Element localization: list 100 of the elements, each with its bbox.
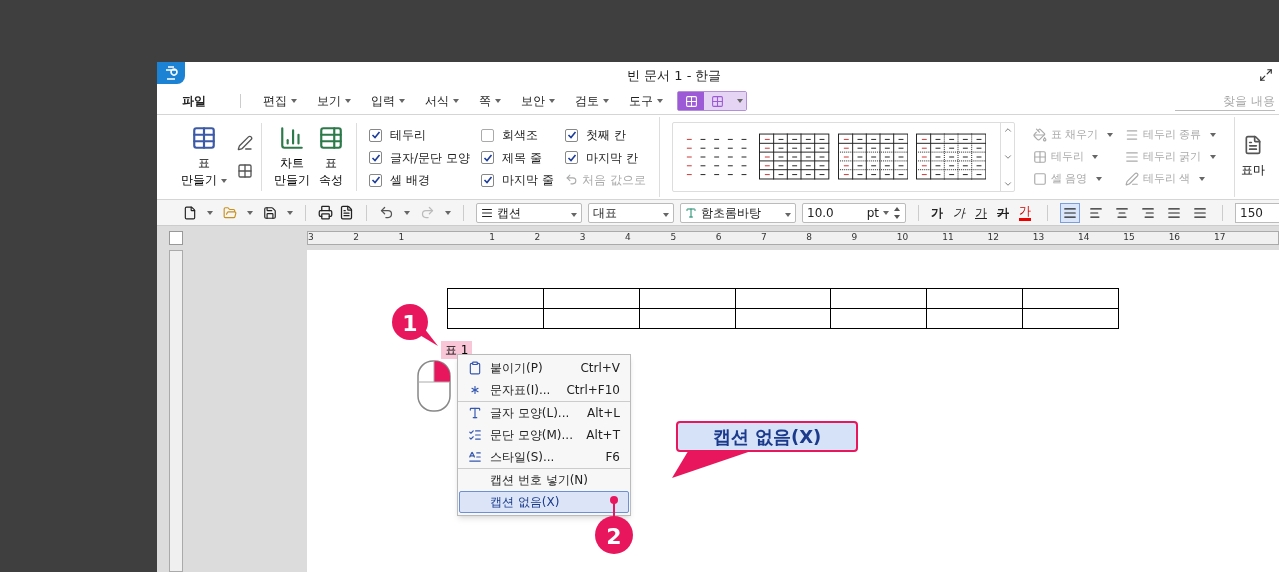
paint-bucket-icon (1033, 128, 1047, 142)
callout-label: 캡션 없음(X) (676, 421, 858, 452)
table-style-thumbnail[interactable] (759, 133, 830, 181)
caret-icon (571, 212, 577, 217)
caret-icon (663, 212, 669, 217)
document-icon (1243, 135, 1263, 155)
table-cell[interactable] (831, 289, 928, 309)
table-cell[interactable] (543, 289, 640, 309)
checkbox[interactable]: 첫째 칸 (565, 123, 661, 147)
table-cell[interactable] (735, 289, 832, 309)
checkbox[interactable]: 글자/문단 모양 (369, 145, 481, 170)
save-icon[interactable] (263, 205, 277, 220)
table-cell[interactable] (543, 309, 640, 329)
search-field[interactable]: 찾을 내용 (1175, 91, 1275, 111)
grid-icon (1033, 150, 1047, 164)
context-tab[interactable] (678, 92, 704, 110)
bar-chart-icon (279, 125, 305, 151)
table-cell[interactable] (448, 289, 544, 309)
ruler-corner-button[interactable] (169, 231, 183, 245)
undo-icon[interactable] (379, 205, 394, 220)
dropdown-button[interactable] (730, 92, 746, 110)
scroll-down-icon[interactable] (1002, 152, 1013, 162)
table-cell[interactable] (735, 309, 832, 329)
print-icon[interactable] (318, 205, 333, 220)
step-badge (592, 495, 636, 555)
table-cell[interactable] (927, 309, 1024, 329)
menu-item[interactable]: 보안 (521, 92, 555, 110)
caret-icon (603, 99, 609, 103)
menu-item[interactable]: 편집 (263, 92, 297, 110)
menu-item[interactable]: 글자 모양(L)... Alt+L (459, 402, 629, 424)
align-icon (1193, 205, 1207, 220)
checkbox[interactable]: 마지막 줄 (481, 168, 565, 193)
table-cell[interactable] (448, 309, 544, 329)
table-cell[interactable] (1023, 289, 1119, 309)
file-menu[interactable]: 파일 (182, 92, 206, 110)
scroll-up-icon[interactable] (1002, 125, 1013, 135)
caret-icon (1209, 133, 1216, 137)
table-cell[interactable] (639, 309, 736, 329)
menu-item[interactable]: 검토 (575, 92, 609, 110)
checkbox[interactable]: 테두리 (369, 123, 481, 147)
table-create-button[interactable]: 표 만들기 (181, 125, 227, 189)
check-icon (370, 175, 381, 186)
menu-item[interactable]: 문자표(I)... Ctrl+F10 (459, 379, 629, 401)
table-cell[interactable] (831, 309, 928, 329)
table-merge-button[interactable]: 표마 (1235, 115, 1265, 199)
asterisk-icon (468, 383, 482, 397)
table-cell[interactable] (639, 289, 736, 309)
caret-icon (785, 212, 791, 217)
spinner-arrows-icon[interactable] (893, 205, 901, 220)
format-button[interactable]: 가 (975, 205, 987, 220)
format-button[interactable]: 가 (953, 205, 965, 220)
menu-item[interactable]: 붙이기(P) Ctrl+V (459, 357, 629, 379)
undo-icon (565, 173, 578, 187)
menu-item[interactable]: 문단 모양(M)... Alt+T (459, 424, 629, 446)
caret-icon (445, 210, 451, 215)
caret-icon (495, 99, 501, 103)
folder-icon[interactable] (223, 205, 237, 220)
table-cell[interactable] (1023, 309, 1119, 329)
format-button[interactable]: 가 (997, 205, 1009, 220)
gallery-scrollbar[interactable] (1000, 123, 1014, 191)
checkbox[interactable]: 제목 줄 (481, 145, 565, 170)
font-dropdown[interactable]: 함초롬바탕 (680, 202, 796, 223)
menu-item[interactable]: 쪽 (479, 92, 501, 110)
align-icon (1167, 205, 1181, 220)
expand-icon[interactable] (1002, 179, 1013, 189)
menu-item[interactable]: 캡션 번호 넣기(N) (459, 469, 629, 491)
check-icon (482, 152, 493, 163)
table-style-thumbnail[interactable] (916, 133, 987, 181)
align-icon (1115, 205, 1129, 220)
menu-item[interactable]: 입력 (371, 92, 405, 110)
context-tab[interactable] (704, 92, 730, 110)
checkbox[interactable]: 셀 배경 (369, 168, 481, 193)
menu-item[interactable]: 서식 (425, 92, 459, 110)
chart-create-button[interactable]: 차트 만들기 (274, 125, 310, 189)
table-icon (684, 94, 698, 108)
maximize-icon[interactable] (1259, 68, 1273, 82)
preview-icon[interactable] (339, 205, 354, 220)
table-pen-icon[interactable] (237, 135, 253, 151)
caret-icon (345, 99, 351, 103)
checkbox[interactable]: 마지막 칸 (565, 145, 661, 170)
menu-item[interactable]: 스타일(S)... F6 (459, 446, 629, 468)
align-button[interactable] (1060, 202, 1080, 223)
table-style-thumbnail[interactable] (837, 133, 908, 181)
mouse-icon (417, 360, 451, 412)
format-button[interactable]: 가 (931, 205, 943, 220)
format-button[interactable]: 가 (1019, 204, 1031, 221)
style-dropdown[interactable]: 캡션 (476, 202, 582, 223)
zoom-field[interactable]: 150 (1235, 202, 1279, 223)
checkbox[interactable]: 회색조 (481, 123, 565, 147)
menu-item[interactable]: 도구 (629, 92, 663, 110)
table-properties-button[interactable]: 표 속성 (318, 125, 344, 189)
check-icon (566, 130, 577, 140)
align-icon (1063, 205, 1077, 220)
font-size-field[interactable]: 10.0 pt (802, 202, 906, 223)
table-cell[interactable] (927, 289, 1024, 309)
language-dropdown[interactable]: 대표 (588, 202, 674, 223)
menu-item[interactable]: 캡션 없음(X) (459, 491, 629, 513)
new-file-icon[interactable] (183, 205, 197, 220)
menu-item[interactable]: 보기 (317, 92, 351, 110)
font-icon (685, 206, 697, 219)
